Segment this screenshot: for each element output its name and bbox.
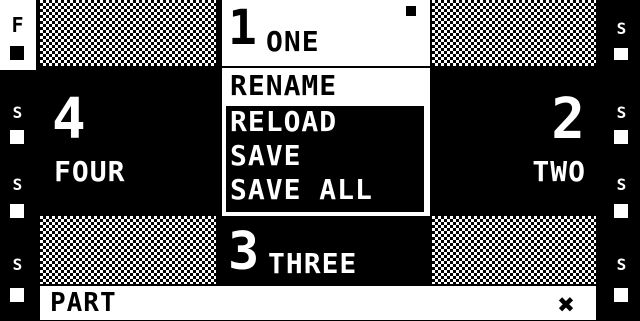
function-label: F bbox=[11, 13, 25, 37]
slot-three-number: 3 bbox=[228, 222, 261, 282]
function-block-icon bbox=[10, 46, 24, 60]
mode-label: PART bbox=[50, 288, 117, 318]
slot-one-number: 1 bbox=[228, 0, 258, 56]
right-block-3-icon bbox=[614, 204, 628, 218]
checker-bottom-right bbox=[432, 216, 596, 284]
left-mark-2: S bbox=[12, 175, 24, 194]
function-indicator[interactable]: F bbox=[0, 0, 36, 70]
left-block-3-icon bbox=[10, 288, 24, 302]
slot-four-number: 4 bbox=[52, 87, 87, 152]
left-mark-3: S bbox=[12, 255, 24, 274]
right-mark-3: S bbox=[616, 175, 628, 194]
slot-one-marker-icon bbox=[406, 6, 416, 16]
left-mark-1: S bbox=[12, 103, 24, 122]
right-mark-4: S bbox=[616, 255, 628, 274]
right-block-4-icon bbox=[614, 288, 628, 302]
right-mark-1: S bbox=[616, 19, 628, 38]
menu-item-rename[interactable]: RENAME bbox=[230, 72, 337, 100]
slot-two-panel[interactable]: 2 TWO bbox=[432, 72, 596, 212]
close-icon[interactable]: ✖ bbox=[558, 288, 575, 321]
left-block-1-icon bbox=[10, 130, 24, 144]
slot-three-panel[interactable]: 3 THREE bbox=[222, 220, 430, 284]
slot-two-name: TWO bbox=[532, 155, 586, 188]
checker-top-left bbox=[40, 0, 216, 66]
slot-four-panel[interactable]: 4 FOUR bbox=[40, 72, 216, 212]
right-block-2-icon bbox=[614, 130, 628, 144]
slot-four-name: FOUR bbox=[54, 155, 126, 188]
status-bar: PART ✖ bbox=[40, 286, 596, 321]
slot-three-name: THREE bbox=[268, 247, 358, 280]
slot-one-name: ONE bbox=[266, 25, 320, 58]
slot-one-panel[interactable]: 1 ONE bbox=[222, 0, 430, 66]
menu-item-reload[interactable]: RELOAD bbox=[230, 108, 337, 136]
right-block-1-icon bbox=[614, 48, 628, 60]
menu-item-save-all[interactable]: SAVE ALL bbox=[230, 176, 373, 204]
right-mark-2: S bbox=[616, 103, 628, 122]
left-block-2-icon bbox=[10, 204, 24, 218]
slot-two-number: 2 bbox=[551, 87, 586, 152]
checker-bottom-left bbox=[40, 216, 216, 284]
checker-top-right bbox=[432, 0, 596, 66]
menu-item-save[interactable]: SAVE bbox=[230, 142, 301, 170]
